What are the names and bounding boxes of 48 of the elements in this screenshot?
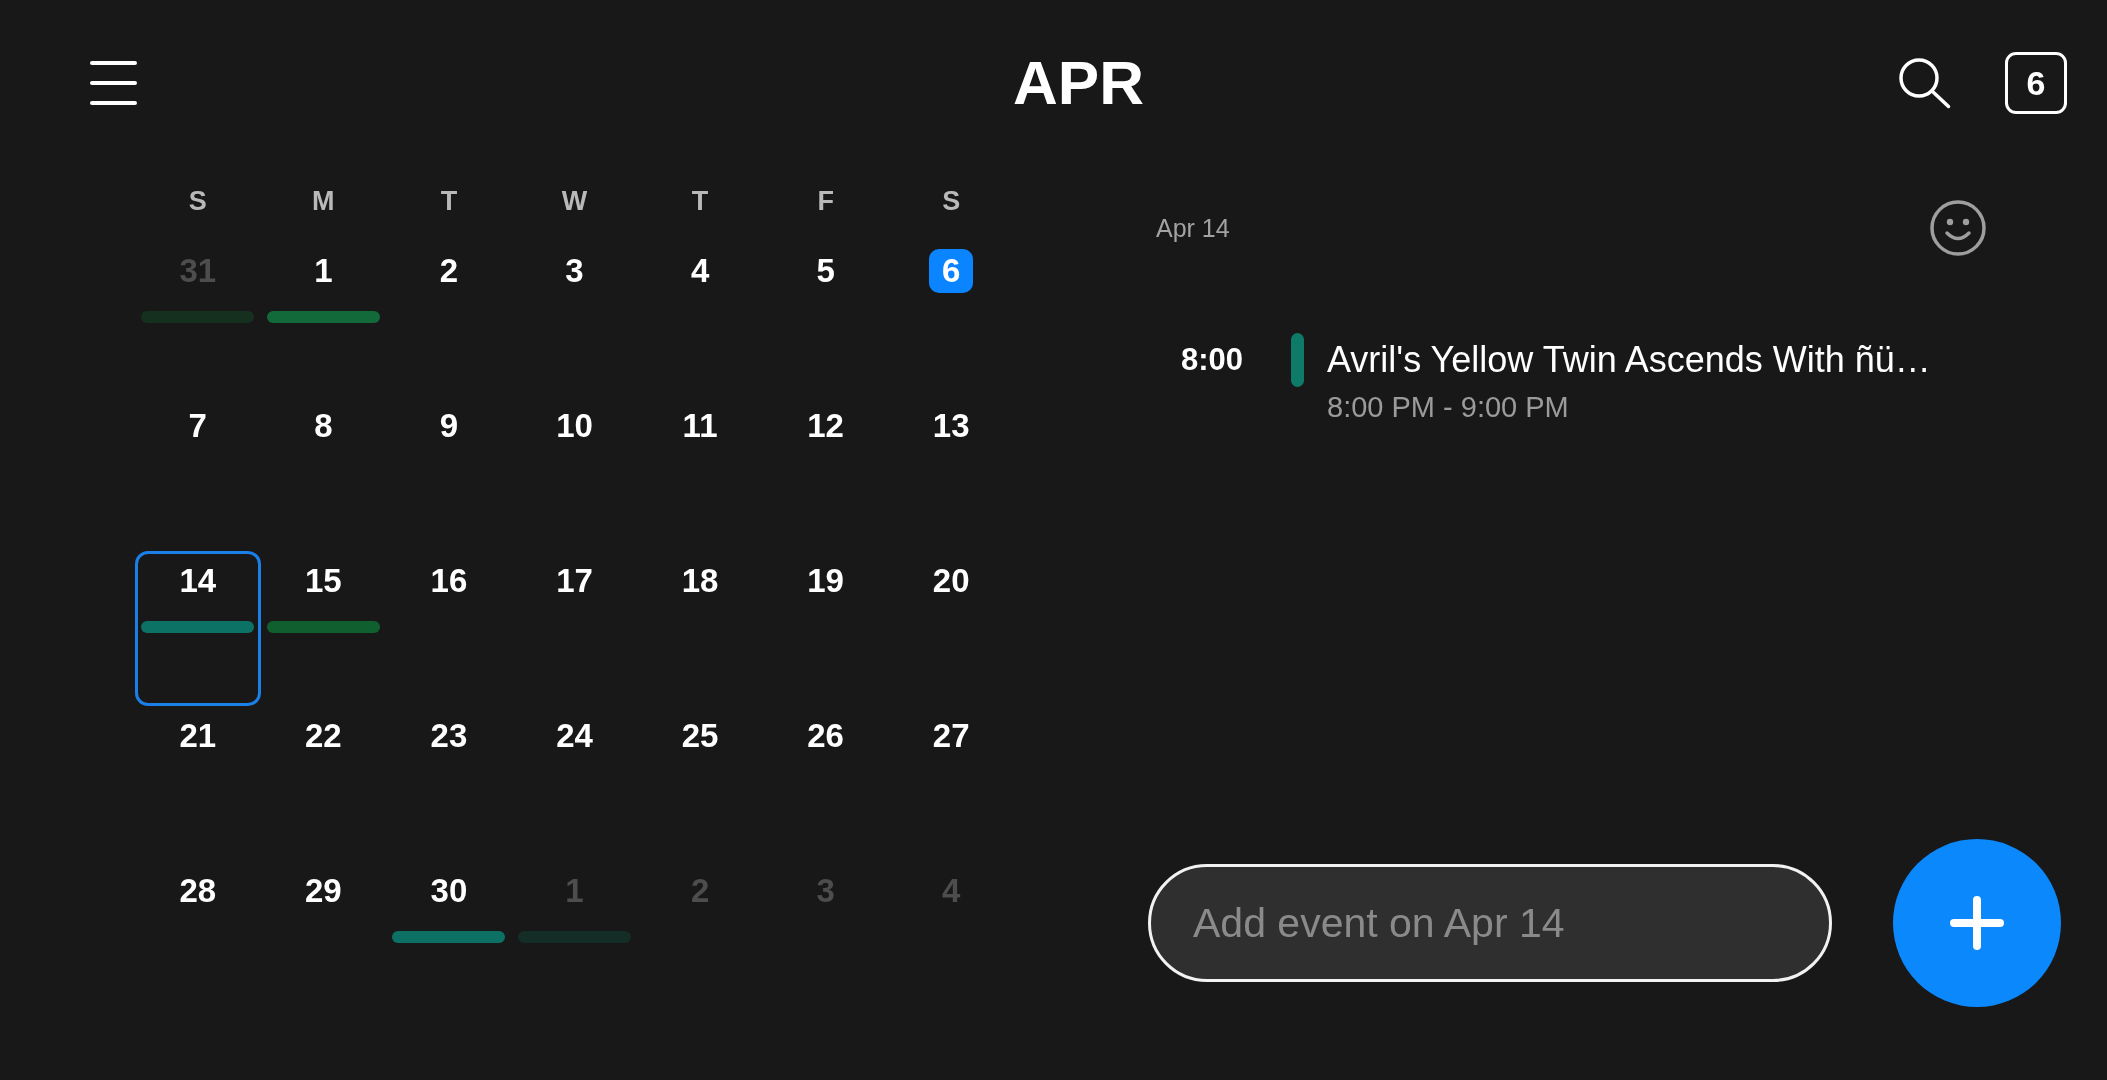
day-number[interactable]: 24 — [552, 714, 597, 758]
day-number[interactable]: 3 — [552, 249, 597, 293]
day-number[interactable]: 5 — [803, 249, 848, 293]
day-number[interactable]: 27 — [929, 714, 974, 758]
event-title[interactable]: Avril's Yellow Twin Ascends With ñü… — [1327, 333, 1931, 387]
event-time: 8:00 — [1181, 341, 1245, 379]
day-number[interactable]: 17 — [552, 559, 597, 603]
agenda-date-label: Apr 14 — [1156, 213, 1230, 243]
weekday-label: M — [312, 185, 335, 216]
menu-icon[interactable] — [90, 61, 137, 105]
day-number[interactable]: 25 — [678, 714, 723, 758]
weekday-label: S — [942, 185, 961, 216]
day-number[interactable]: 19 — [803, 559, 848, 603]
weekday-label: S — [188, 185, 207, 216]
day-number[interactable]: 30 — [426, 869, 471, 913]
day-number[interactable]: 2 — [426, 249, 471, 293]
day-number[interactable]: 6 — [929, 249, 974, 293]
smiley-icon[interactable] — [1930, 200, 1986, 256]
day-number[interactable]: 23 — [426, 714, 471, 758]
day-number[interactable]: 15 — [301, 559, 346, 603]
day-number[interactable]: 11 — [678, 404, 723, 448]
day-number[interactable]: 16 — [426, 559, 471, 603]
day-number[interactable]: 21 — [175, 714, 220, 758]
day-number[interactable]: 8 — [301, 404, 346, 448]
plus-icon — [1950, 896, 2004, 950]
day-number[interactable]: 18 — [678, 559, 723, 603]
day-number[interactable]: 29 — [301, 869, 346, 913]
add-event-field[interactable]: Add event on Apr 14 — [1148, 864, 1832, 982]
search-icon[interactable] — [1899, 57, 1951, 109]
day-number[interactable]: 12 — [803, 404, 848, 448]
event-time-range: 8:00 PM - 9:00 PM — [1327, 390, 1569, 425]
day-number[interactable]: 10 — [552, 404, 597, 448]
day-number[interactable]: 20 — [929, 559, 974, 603]
day-number[interactable]: 13 — [929, 404, 974, 448]
day-number[interactable]: 28 — [175, 869, 220, 913]
day-number[interactable]: 9 — [426, 404, 471, 448]
day-number[interactable]: 4 — [678, 249, 723, 293]
day-number[interactable]: 1 — [301, 249, 346, 293]
day-number[interactable]: 7 — [175, 404, 220, 448]
weekday-label: T — [440, 185, 458, 216]
today-button[interactable]: 6 — [2005, 52, 2067, 114]
day-number[interactable]: 26 — [803, 714, 848, 758]
month-title[interactable]: APR — [1013, 48, 1144, 118]
weekday-label: F — [817, 185, 834, 216]
day-number[interactable]: 14 — [175, 559, 220, 603]
weekday-label: W — [561, 185, 588, 216]
weekday-label: T — [691, 185, 709, 216]
day-number[interactable]: 22 — [301, 714, 346, 758]
